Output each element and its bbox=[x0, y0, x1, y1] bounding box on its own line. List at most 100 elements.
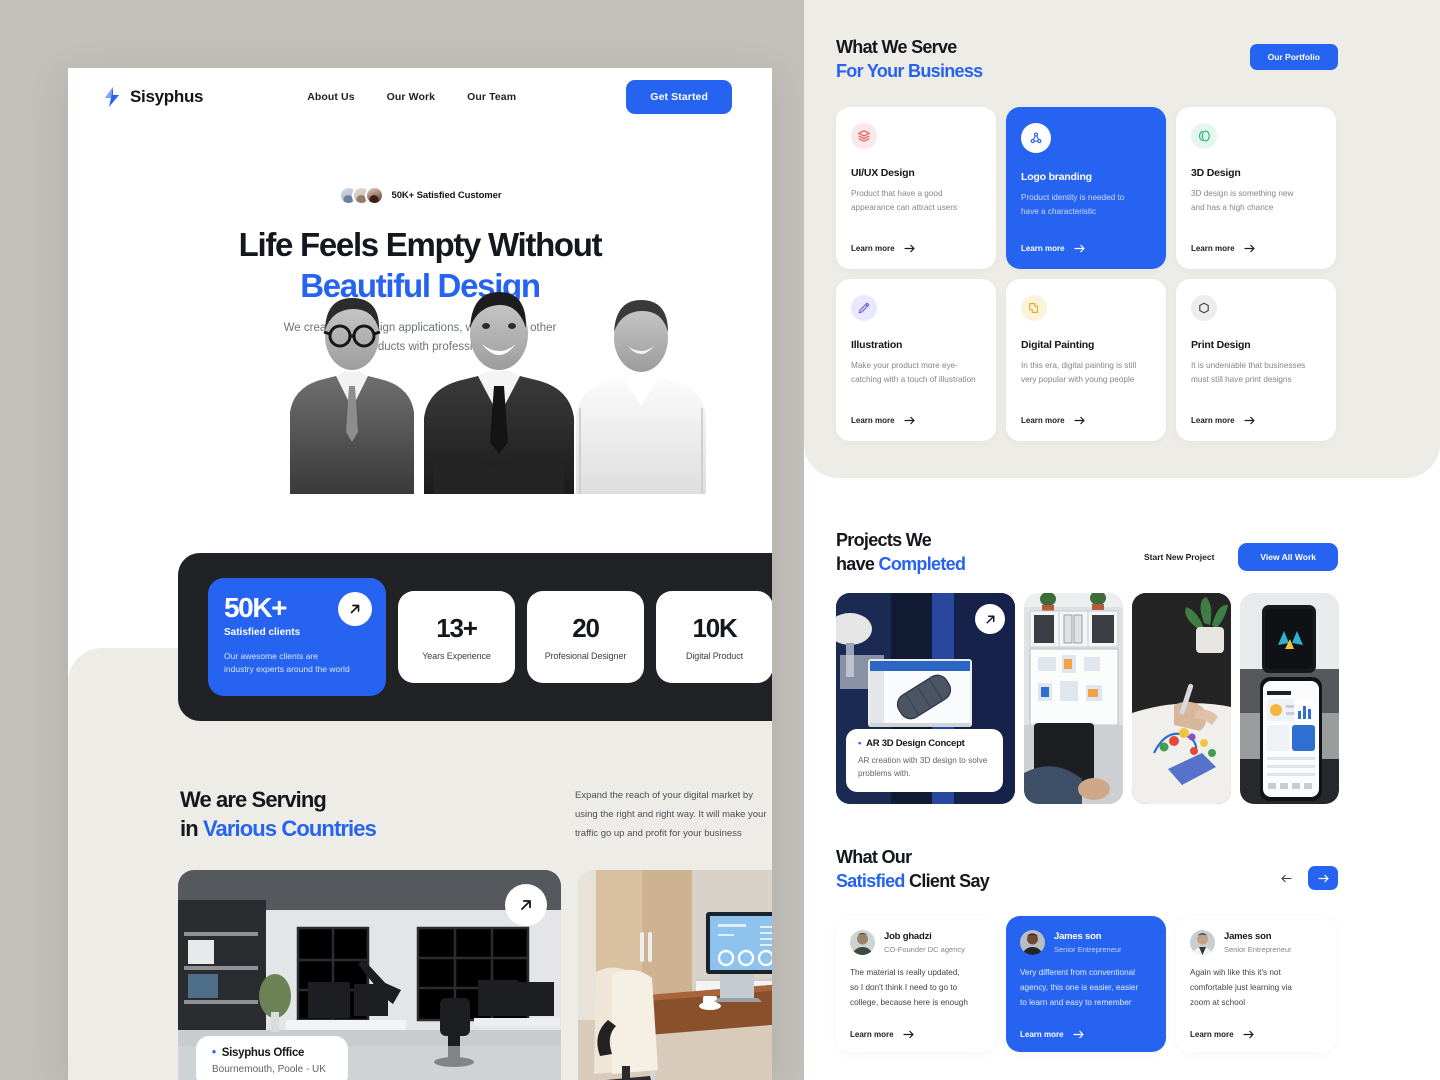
brand-name: Sisyphus bbox=[130, 87, 204, 106]
serving-section-header: We are Serving in Various Countries Expa… bbox=[180, 786, 772, 843]
learn-more-label: Learn more bbox=[1191, 244, 1235, 253]
carousel-prev-button[interactable] bbox=[1272, 866, 1300, 890]
arrow-right-icon bbox=[902, 1030, 914, 1039]
service-card-illustration[interactable]: Illustration Make your product more eye-… bbox=[836, 279, 996, 441]
learn-more-label: Learn more bbox=[1190, 1030, 1234, 1039]
learn-more-link[interactable]: Learn more bbox=[1190, 1030, 1254, 1039]
service-description: Make your product more eye- catching wit… bbox=[851, 359, 981, 388]
office-image-main[interactable]: Sisyphus Office Bournemouth, Poole - UK bbox=[178, 870, 561, 1080]
pencil-icon bbox=[851, 295, 877, 321]
learn-more-link[interactable]: Learn more bbox=[851, 244, 915, 253]
testimonial-quote-line-2: comfortable just learning via bbox=[1190, 982, 1292, 992]
arrow-up-right-icon[interactable] bbox=[338, 592, 372, 626]
project-thumbnail[interactable] bbox=[1240, 593, 1339, 804]
testimonial-name: James son bbox=[1054, 931, 1102, 942]
testimonial-card[interactable]: James son Senior Entrepreneur Very diffe… bbox=[1006, 916, 1166, 1052]
testimonials-list: Job ghadzi CO-Founder DC agency The mate… bbox=[836, 916, 1336, 1052]
testimonial-author: Job ghadzi CO-Founder DC agency bbox=[850, 930, 982, 955]
featured-stat-label: Satisfied clients bbox=[224, 627, 301, 638]
learn-more-link[interactable]: Learn more bbox=[1021, 244, 1085, 253]
avatar bbox=[1190, 930, 1215, 955]
service-description: 3D design is something new and has a hig… bbox=[1191, 187, 1321, 216]
brand-logo[interactable]: Sisyphus bbox=[102, 86, 203, 108]
featured-stat-description: Our awesome clients are industry experts… bbox=[224, 650, 370, 676]
arrow-up-right-icon[interactable] bbox=[505, 884, 547, 926]
project-desc-line-1: AR creation with 3D design to solve bbox=[858, 755, 988, 765]
get-started-button[interactable]: Get Started bbox=[626, 80, 732, 114]
arrow-up-right-icon[interactable] bbox=[975, 604, 1005, 634]
testimonial-quote: The material is really updated, so I don… bbox=[850, 966, 982, 1010]
layers-icon bbox=[851, 123, 877, 149]
nav-link-about-us[interactable]: About Us bbox=[307, 91, 354, 103]
testimonial-role: CO-Founder DC agency bbox=[884, 945, 965, 954]
testimonial-card[interactable]: James son Senior Entrepreneur Again wih … bbox=[1176, 916, 1336, 1052]
service-desc-line-2: appearance can attract users bbox=[851, 203, 958, 213]
service-desc-line-1: Product identity is needed to bbox=[1021, 193, 1125, 202]
our-portfolio-button[interactable]: Our Portfolio bbox=[1249, 44, 1338, 70]
serving-copy: Expand the reach of your digital market … bbox=[575, 786, 772, 843]
start-new-project-button[interactable]: Start New Project bbox=[1128, 544, 1231, 570]
copy-shapes-icon bbox=[1021, 295, 1047, 321]
avatar bbox=[1020, 930, 1045, 955]
project-thumbnail[interactable] bbox=[1132, 593, 1231, 804]
service-card-3d-design[interactable]: 3D Design 3D design is something new and… bbox=[1176, 107, 1336, 269]
learn-more-link[interactable]: Learn more bbox=[1021, 416, 1085, 425]
carousel-next-button[interactable] bbox=[1308, 866, 1338, 890]
arrow-left-icon bbox=[1280, 874, 1292, 883]
stat-card-featured[interactable]: 50K+ Satisfied clients Our awesome clien… bbox=[208, 578, 386, 696]
service-desc-line-2: must still have print designs bbox=[1191, 375, 1292, 385]
branding-nodes-icon bbox=[1021, 123, 1051, 153]
service-desc-line-1: 3D design is something new bbox=[1191, 189, 1294, 198]
service-desc-line-1: Product that have a good bbox=[851, 189, 943, 198]
testimonial-role: Senior Entrepreneur bbox=[1224, 945, 1292, 954]
testimonial-quote-line-3: college, because here is enough bbox=[850, 997, 968, 1007]
stats-bar: 50K+ Satisfied clients Our awesome clien… bbox=[178, 553, 772, 721]
stat-card: 10K Digital Product bbox=[656, 591, 772, 683]
office-location: Bournemouth, Poole - UK bbox=[212, 1064, 326, 1075]
avatar bbox=[364, 186, 384, 205]
service-desc-line-1: It is undeniable that businesses bbox=[1191, 361, 1306, 370]
projects-title-prefix: have bbox=[836, 553, 879, 574]
project-thumbnail[interactable] bbox=[1024, 593, 1123, 804]
social-proof: 50K+ Satisfied Customer bbox=[338, 186, 502, 205]
learn-more-label: Learn more bbox=[851, 244, 895, 253]
project-info-card: AR 3D Design Concept AR creation with 3D… bbox=[846, 728, 1003, 792]
serving-title-line-1: We are Serving bbox=[180, 787, 327, 812]
learn-more-link[interactable]: Learn more bbox=[850, 1030, 914, 1039]
learn-more-link[interactable]: Learn more bbox=[1191, 416, 1255, 425]
service-card-logo-branding[interactable]: Logo branding Product identity is needed… bbox=[1006, 107, 1166, 269]
projects-gallery: AR 3D Design Concept AR creation with 3D… bbox=[836, 593, 1339, 804]
service-description: In this era, digital painting is still v… bbox=[1021, 359, 1151, 388]
project-card-featured[interactable]: AR 3D Design Concept AR creation with 3D… bbox=[836, 593, 1015, 804]
learn-more-label: Learn more bbox=[851, 416, 895, 425]
office-image-secondary[interactable] bbox=[578, 870, 772, 1080]
nav-link-our-work[interactable]: Our Work bbox=[387, 91, 435, 103]
testimonial-name: Job ghadzi bbox=[884, 931, 932, 942]
lightning-bolt-icon bbox=[102, 86, 122, 108]
learn-more-link[interactable]: Learn more bbox=[1020, 1030, 1084, 1039]
view-all-work-button[interactable]: View All Work bbox=[1238, 543, 1338, 571]
service-card-digital-painting[interactable]: Digital Painting In this era, digital pa… bbox=[1006, 279, 1166, 441]
nav-link-our-team[interactable]: Our Team bbox=[467, 91, 516, 103]
arrow-right-icon bbox=[1243, 416, 1255, 425]
featured-stat-desc-line-2: industry experts around the world bbox=[224, 663, 350, 674]
service-card-print-design[interactable]: Print Design It is undeniable that busin… bbox=[1176, 279, 1336, 441]
hero-team-photo bbox=[68, 282, 772, 494]
learn-more-link[interactable]: Learn more bbox=[851, 416, 915, 425]
testimonial-card[interactable]: Job ghadzi CO-Founder DC agency The mate… bbox=[836, 916, 996, 1052]
arrow-right-icon bbox=[903, 416, 915, 425]
testimonial-quote: Very different from conventional agency,… bbox=[1020, 966, 1152, 1010]
service-card-ui-ux-design[interactable]: UI/UX Design Product that have a good ap… bbox=[836, 107, 996, 269]
stat-label: Years Experience bbox=[422, 651, 491, 661]
testimonials-title-line-1: What Our bbox=[836, 847, 912, 867]
testimonial-quote-line-3: to learn and easy to remember bbox=[1020, 997, 1132, 1007]
stat-card: 20 Profesional Designer bbox=[527, 591, 644, 683]
serving-title-accent: Various Countries bbox=[202, 815, 377, 841]
featured-stat-desc-line-1: Our awesome clients are bbox=[224, 651, 319, 661]
arrow-right-icon bbox=[903, 244, 915, 253]
service-title: Digital Painting bbox=[1021, 339, 1095, 351]
serving-copy-line-1: Expand the reach of your digital market … bbox=[575, 790, 753, 801]
service-desc-line-2: catching with a touch of illustration bbox=[851, 375, 976, 385]
learn-more-link[interactable]: Learn more bbox=[1191, 244, 1255, 253]
service-description: Product that have a good appearance can … bbox=[851, 187, 981, 216]
